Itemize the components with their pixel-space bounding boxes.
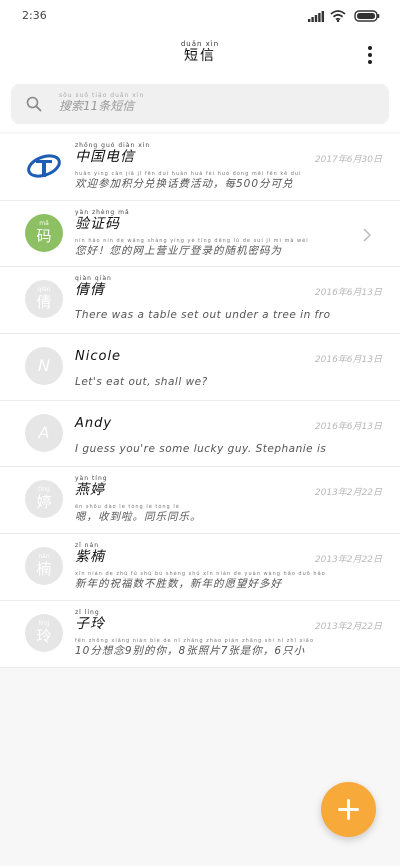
message-preview: nín hǎo nín de wǎng shàng yíng yè tīng d… [75,238,330,258]
avatar: líng 玲 [25,613,63,652]
search-placeholder: sōu suǒ tiáo duǎn xìn 搜索11条短信 [59,92,144,113]
contact-name: yàn tíng 燕婷 [75,475,108,498]
message-date: 2013年2月22日 [314,488,382,499]
chevron-right-icon[interactable] [362,228,372,242]
avatar-pinyin: tíng [38,486,50,494]
avatar: qiàn 倩 [25,280,63,319]
message-preview-text: 欢迎参加积分兑换话费活动，每500分可兑 [75,178,294,190]
wifi-icon [330,10,346,22]
avatar-char: 婷 [36,493,52,512]
search-input[interactable]: sōu suǒ tiáo duǎn xìn 搜索11条短信 [11,84,389,124]
conversation-row[interactable]: tíng 婷 yàn tíng 燕婷 2013年2月22日 ēn shōu dà… [0,467,400,535]
contact-name-text: 中国电信 [75,149,135,165]
message-preview-text: Let's eat out, shall we? [75,376,208,389]
contact-name-text: 燕婷 [75,482,105,499]
avatar-pinyin: qiàn [37,286,51,294]
message-preview: huān yíng cān jiā jī fēn duì huàn huà fè… [75,171,330,191]
message-date: 2016年6月13日 [314,355,382,366]
avatar-char: 码 [36,226,52,245]
avatar-letter: A [38,422,50,442]
page-title: duǎn xìn 短信 [0,40,400,64]
message-preview-text: 10分想念9别的你，8张照片7张是你，6只小 [75,644,306,657]
avatar: tíng 婷 [25,480,63,519]
contact-name: zǐ nán 紫楠 [75,542,105,565]
message-date: 2017年6月30日 [314,155,382,165]
message-preview-text: There was a table set out under a tree i… [75,309,330,322]
contact-name-text: 紫楠 [75,549,105,566]
contact-name: Andy [75,416,112,432]
message-date: 2016年6月13日 [314,421,382,432]
conversation-row[interactable]: líng 玲 zǐ líng 子玲 2013年2月22日 fēn zhōng x… [0,601,400,668]
avatar: mǎ 码 [25,213,63,252]
contact-name-text: 验证码 [75,215,120,232]
message-date: 2013年2月22日 [314,621,382,632]
avatar-pinyin: mǎ [39,219,49,227]
message-preview-text: 嗯，收到啦。同乐同乐。 [75,511,202,524]
battery-icon [354,10,380,22]
message-preview-text: 您好！您的网上营业厅登录的随机密码为 [75,244,282,257]
status-bar: 2:36 [0,0,400,32]
conversation-row[interactable]: zhōng guó diàn xìn 中国电信 2017年6月30日 huān … [0,134,400,201]
contact-name-pinyin: zǐ líng [75,608,100,616]
conversation-row[interactable]: N Nicole 2016年6月13日 Let's eat out, shall… [0,334,400,401]
conversation-row[interactable]: qiàn 倩 qiàn qiàn 倩倩 2016年6月13日 There was… [0,267,400,335]
conversation-list: zhōng guó diàn xìn 中国电信 2017年6月30日 huān … [0,134,400,668]
message-preview: fēn zhōng xiǎng niàn bié de nǐ zhāng zhà… [75,638,330,658]
contact-name: zhōng guó diàn xìn 中国电信 [75,142,150,165]
contact-name-pinyin: yàn tíng [75,475,108,483]
signal-icon [308,11,324,22]
contact-name-pinyin: qiàn qiàn [75,275,112,283]
message-preview-pinyin: fēn zhōng xiǎng niàn bié de nǐ zhāng zhà… [75,637,314,644]
avatar-pinyin: líng [38,619,50,627]
avatar: N [25,347,63,386]
message-preview-text: I guess you're some lucky guy. Stephanie… [75,442,330,455]
message-preview: There was a table set out under a tree i… [75,308,330,322]
status-time: 2:36 [22,9,47,22]
page-title-text: 短信 [184,48,216,64]
message-date: 2013年2月22日 [314,555,382,566]
contact-name-text: Andy [75,415,113,431]
message-preview: ēn shōu dào le tóng lè tóng lè 嗯，收到啦。同乐同… [75,504,330,524]
message-date: 2016年6月13日 [314,288,382,299]
contact-name-text: Nicole [75,349,122,365]
telecom-logo-icon [27,154,61,178]
page-title-pinyin: duǎn xìn [180,40,220,48]
conversation-row[interactable]: nán 楠 zǐ nán 紫楠 2013年2月22日 xīn nián de z… [0,534,400,601]
contact-name: qiàn qiàn 倩倩 [75,275,112,298]
app-header: duǎn xìn 短信 [0,32,400,76]
contact-name: zǐ líng 子玲 [75,609,105,632]
contact-name: Nicole [75,349,121,365]
avatar: nán 楠 [25,547,63,586]
avatar-char: 倩 [36,293,52,312]
avatar: A [25,413,63,452]
message-preview: xīn nián de zhù fú shù bú shèng shǔ xīn … [75,571,330,591]
contact-name-pinyin: zǐ nán [75,542,100,550]
message-preview-pinyin: nín hǎo nín de wǎng shàng yíng yè tīng d… [75,237,309,244]
more-options-icon[interactable] [362,44,378,66]
contact-name: yàn zhèng mǎ 验证码 [75,209,130,232]
contact-name-text: 子玲 [75,615,105,632]
conversation-row[interactable]: mǎ 码 yàn zhèng mǎ 验证码 nín hǎo nín de wǎn… [0,201,400,268]
avatar-letter: N [38,356,50,376]
avatar-char: 玲 [36,626,52,645]
contact-name-pinyin: zhōng guó diàn xìn [75,142,151,149]
search-icon [26,96,42,112]
message-preview: I guess you're some lucky guy. Stephanie… [75,442,330,456]
messages-screen: 2:36 duǎn xìn 短信 sōu suǒ tiáo duǎn xìn 搜… [0,0,400,866]
new-message-button[interactable] [321,782,376,837]
avatar-char: 楠 [36,560,52,579]
contact-name-text: 倩倩 [75,282,105,299]
contact-name-pinyin: yàn zhèng mǎ [75,208,130,216]
telecom-logo-avatar [25,147,63,185]
search-placeholder-pinyin: sōu suǒ tiáo duǎn xìn [59,92,145,99]
conversation-row[interactable]: A Andy 2016年6月13日 I guess you're some lu… [0,401,400,468]
search-area: sōu suǒ tiáo duǎn xìn 搜索11条短信 [0,76,400,132]
message-preview: Let's eat out, shall we? [75,375,330,389]
search-placeholder-text: 搜索11条短信 [59,99,135,113]
message-preview-text: 新年的祝福数不胜数，新年的愿望好多好 [75,578,282,591]
avatar-pinyin: nán [38,553,50,561]
